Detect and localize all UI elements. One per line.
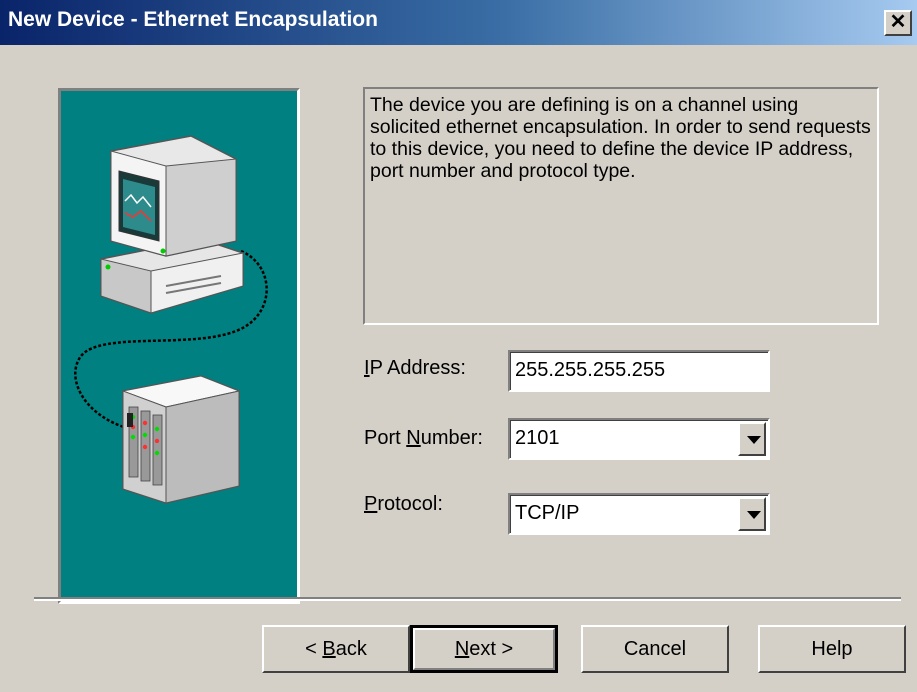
protocol-dropdown-button[interactable] xyxy=(738,497,766,531)
protocol-value: TCP/IP xyxy=(515,502,580,524)
port-number-label: Port Number: xyxy=(364,427,483,449)
protocol-label: Protocol: xyxy=(364,493,443,515)
ip-address-value: 255.255.255.255 xyxy=(515,359,666,381)
title-bar[interactable]: New Device - Ethernet Encapsulation ✕ xyxy=(0,0,917,45)
computer-network-illustration xyxy=(74,135,268,504)
window-title: New Device - Ethernet Encapsulation xyxy=(8,8,378,31)
back-button[interactable]: < Back xyxy=(262,625,410,673)
chevron-down-icon xyxy=(747,511,761,519)
port-number-dropdown-button[interactable] xyxy=(738,422,766,456)
protocol-combobox[interactable]: TCP/IP xyxy=(508,493,770,535)
ip-address-input[interactable]: 255.255.255.255 xyxy=(508,350,770,392)
description-text: The device you are defining is on a chan… xyxy=(363,87,879,325)
port-number-combobox[interactable]: 2101 xyxy=(508,418,770,460)
close-button[interactable]: ✕ xyxy=(884,10,912,36)
dialog-window: New Device - Ethernet Encapsulation ✕ Th… xyxy=(0,0,917,692)
illustration-panel xyxy=(58,88,300,604)
help-button[interactable]: Help xyxy=(758,625,906,673)
chevron-down-icon xyxy=(747,436,761,444)
cancel-button[interactable]: Cancel xyxy=(581,625,729,673)
next-button[interactable]: Next > xyxy=(410,625,558,673)
separator xyxy=(34,597,901,601)
port-number-value: 2101 xyxy=(515,427,560,449)
ip-address-label: IP Address: xyxy=(364,357,466,379)
close-icon: ✕ xyxy=(889,11,907,33)
